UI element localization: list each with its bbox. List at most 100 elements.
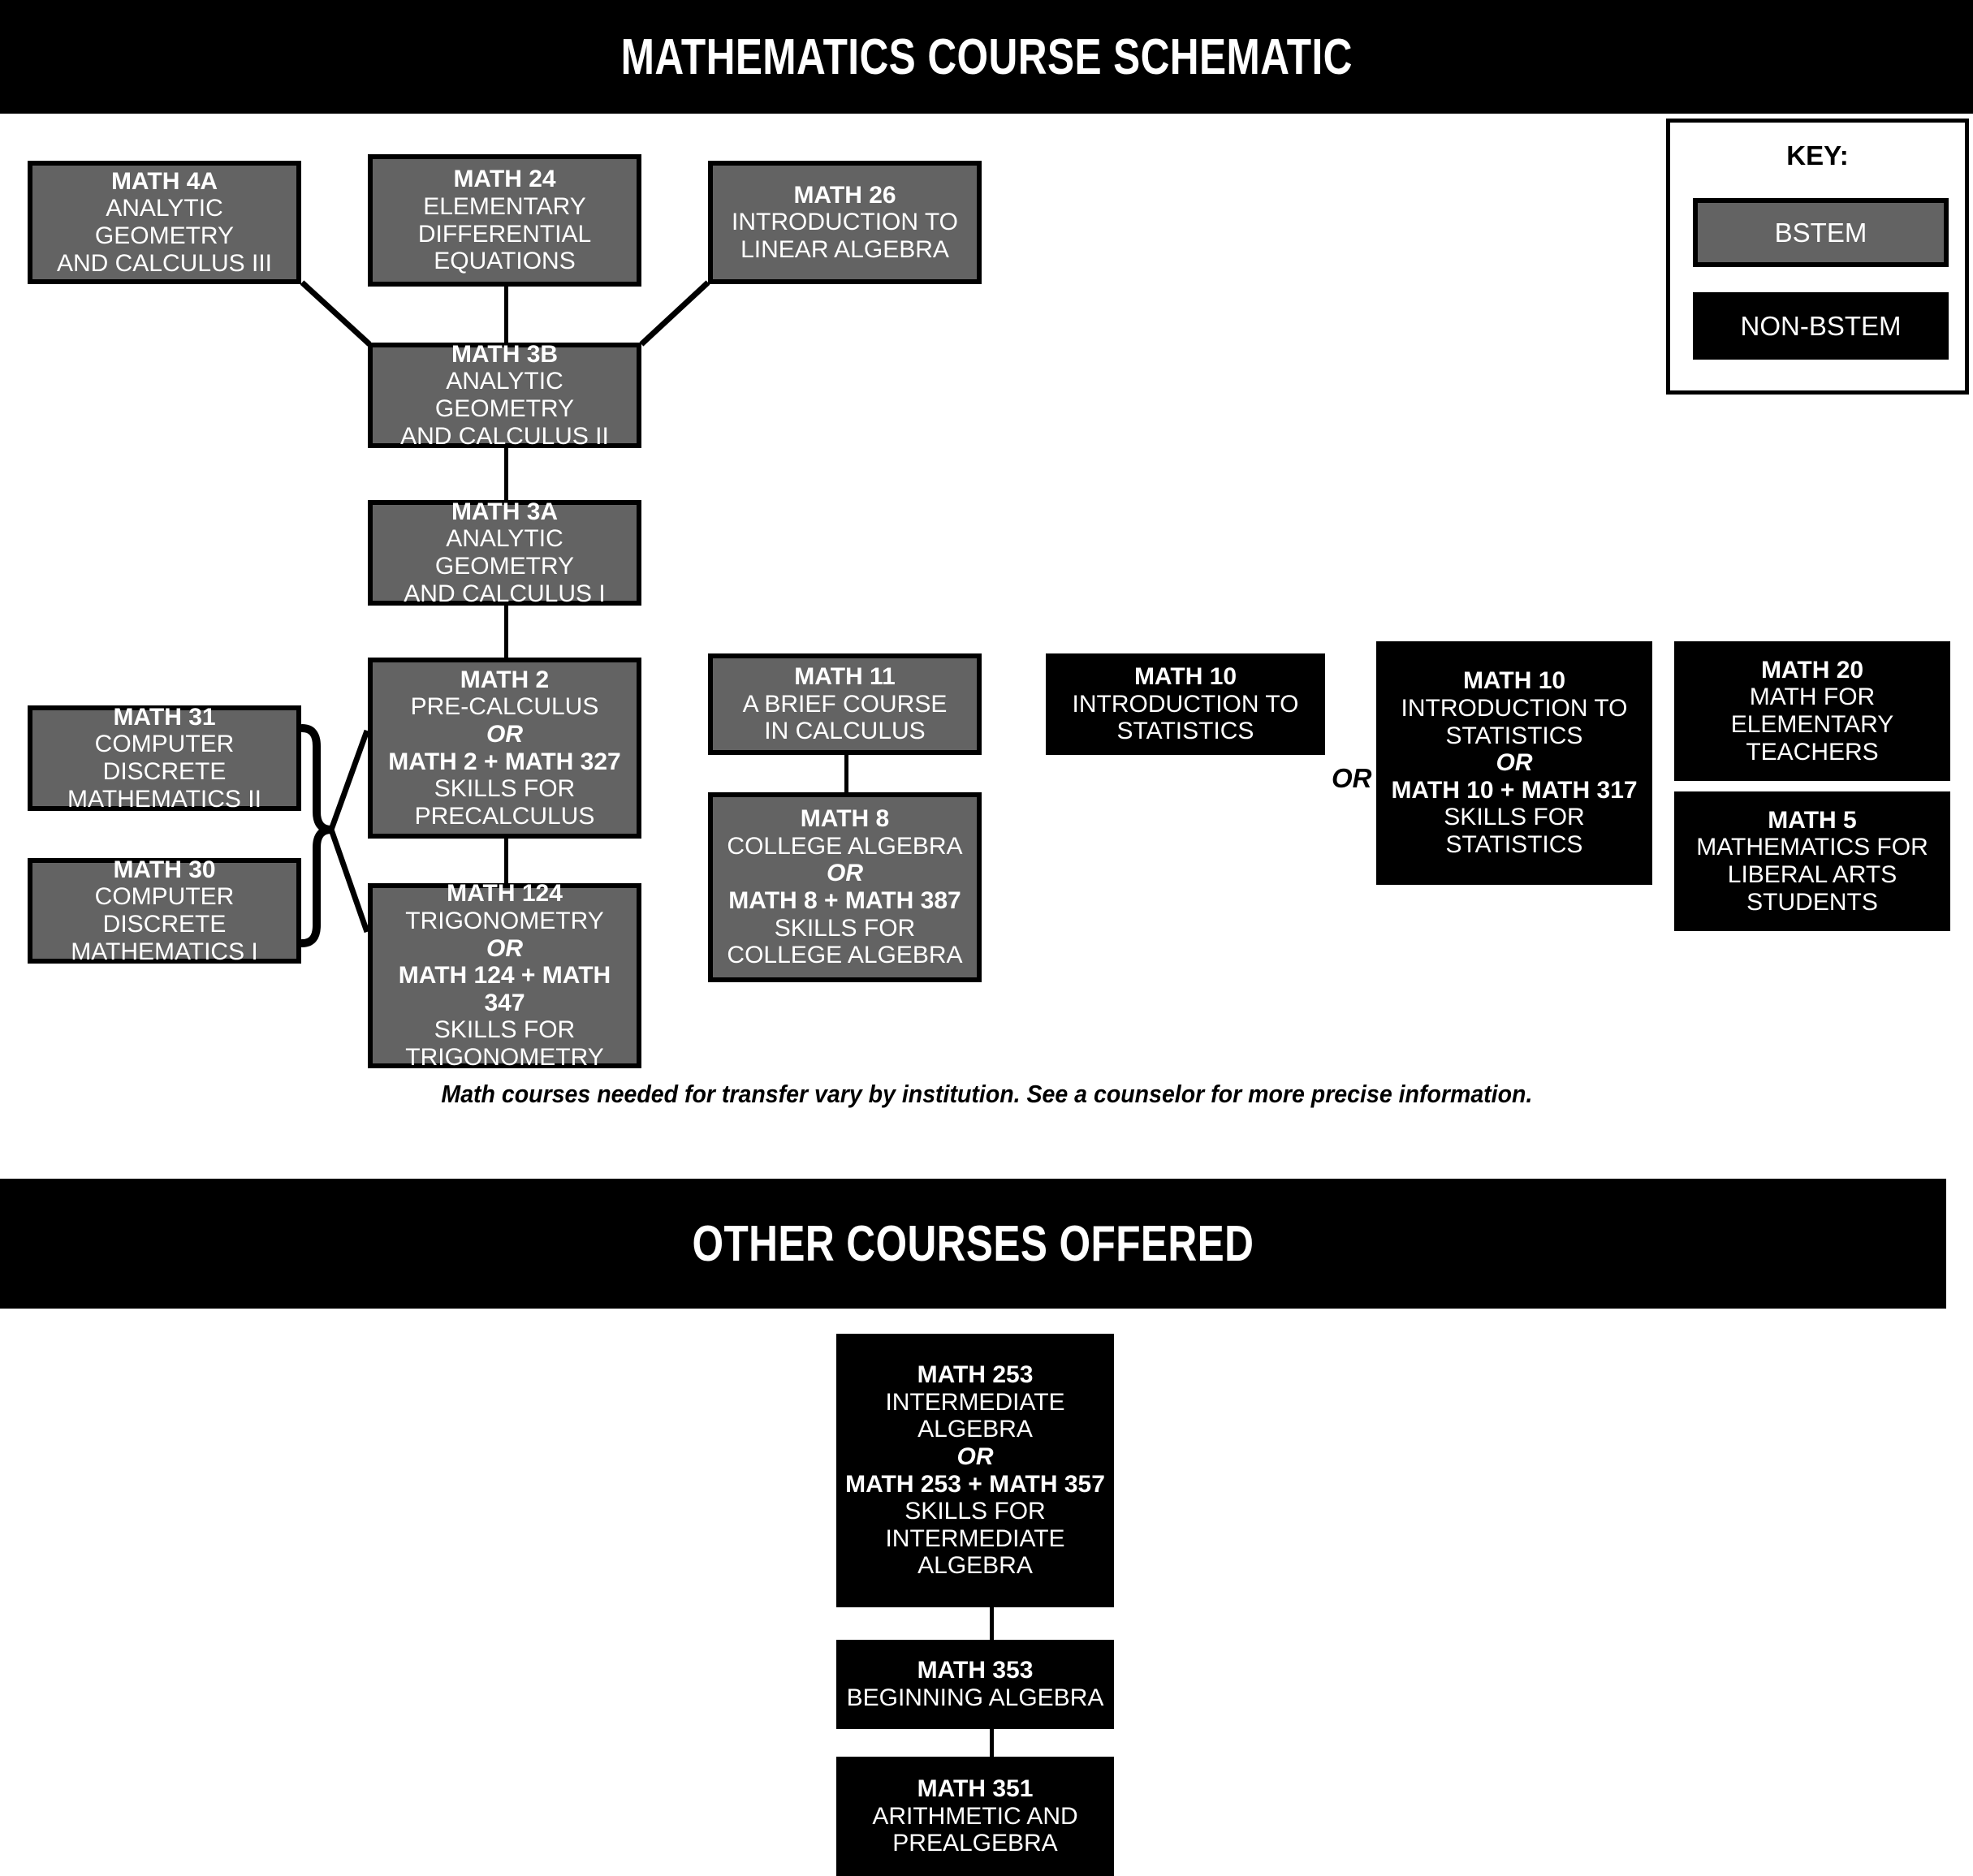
course-alt: MATH 8 + MATH 387: [728, 887, 961, 914]
course-line-3: COLLEGE ALGEBRA: [727, 942, 963, 969]
course-line-1: A BRIEF COURSE: [742, 690, 948, 718]
course-line-3: SKILLS FOR: [904, 1498, 1046, 1525]
course-box-math-353[interactable]: MATH 353 BEGINNING ALGEBRA: [836, 1640, 1114, 1729]
course-code: MATH 11: [794, 663, 896, 691]
course-line-2: LIBERAL ARTS: [1727, 861, 1897, 888]
course-line-1: INTRODUCTION TO: [1072, 690, 1299, 718]
course-code: MATH 351: [917, 1775, 1034, 1803]
course-line-1: MATH FOR: [1749, 684, 1876, 711]
course-line-2: SKILLS FOR: [434, 1016, 576, 1044]
course-line-3: TEACHERS: [1746, 738, 1879, 765]
course-box-math-351[interactable]: MATH 351 ARITHMETIC AND PREALGEBRA: [836, 1757, 1114, 1876]
course-schematic-page: MATHEMATICS COURSE SCHEMATIC KEY: BSTEM …: [0, 0, 1973, 1876]
course-box-math-31[interactable]: MATH 31 COMPUTER DISCRETE MATHEMATICS II: [28, 704, 301, 813]
page-title: MATHEMATICS COURSE SCHEMATIC: [620, 28, 1353, 85]
course-line-2: IN CALCULUS: [764, 718, 926, 745]
course-line-2: ALGEBRA: [917, 1416, 1033, 1443]
course-code: MATH 20: [1760, 656, 1864, 684]
course-line-2: STATISTICS: [1445, 722, 1583, 749]
course-box-math-10-a[interactable]: MATH 10 INTRODUCTION TO STATISTICS: [1046, 653, 1325, 755]
course-code: MATH 124: [447, 880, 563, 908]
course-code: MATH 253: [917, 1361, 1034, 1389]
or-separator-text: OR: [1332, 763, 1372, 793]
course-code: MATH 10: [1133, 663, 1237, 691]
course-line-1: ARITHMETIC AND: [872, 1802, 1078, 1830]
course-line-1: ELEMENTARY: [423, 192, 586, 220]
course-code: MATH 5: [1768, 806, 1857, 834]
course-line-4: STATISTICS: [1445, 830, 1583, 858]
course-line-4: INTERMEDIATE: [885, 1525, 1065, 1552]
course-line-2: AND CALCULUS III: [56, 249, 273, 277]
course-box-math-30[interactable]: MATH 30 COMPUTER DISCRETE MATHEMATICS I: [28, 856, 301, 965]
course-box-math-10-b[interactable]: MATH 10 INTRODUCTION TO STATISTICS OR MA…: [1376, 641, 1652, 885]
course-or: OR: [486, 720, 523, 748]
page-title-banner: MATHEMATICS COURSE SCHEMATIC: [0, 0, 1973, 114]
legend-swatch-bstem: BSTEM: [1693, 198, 1949, 267]
course-box-math-2[interactable]: MATH 2 PRE-CALCULUS OR MATH 2 + MATH 327…: [368, 658, 641, 839]
course-code: MATH 10: [1462, 667, 1566, 695]
course-line-3: EQUATIONS: [434, 248, 576, 275]
course-line-5: ALGEBRA: [917, 1552, 1033, 1580]
course-code: MATH 30: [113, 856, 216, 883]
course-line-1: ANALYTIC GEOMETRY: [434, 368, 575, 422]
connector-math2-math124: [504, 836, 508, 883]
course-box-math-20[interactable]: MATH 20 MATH FOR ELEMENTARY TEACHERS: [1674, 641, 1950, 781]
legend-label-nonbstem: NON-BSTEM: [1740, 310, 1902, 341]
course-line-1: BEGINNING ALGEBRA: [846, 1684, 1104, 1711]
legend-title: KEY:: [1786, 140, 1849, 170]
course-box-math-124[interactable]: MATH 124 TRIGONOMETRY OR MATH 124 + MATH…: [368, 880, 641, 1071]
course-line-2: STATISTICS: [1116, 718, 1254, 745]
course-box-math-5[interactable]: MATH 5 MATHEMATICS FOR LIBERAL ARTS STUD…: [1674, 791, 1950, 931]
course-line-1: ANALYTIC GEOMETRY: [434, 525, 575, 580]
other-courses-banner: OTHER COURSES OFFERED: [0, 1179, 1946, 1309]
course-box-math-3a[interactable]: MATH 3A ANALYTIC GEOMETRY AND CALCULUS I: [368, 498, 641, 607]
course-box-math-3b[interactable]: MATH 3B ANALYTIC GEOMETRY AND CALCULUS I…: [368, 340, 641, 450]
course-line-2: AND CALCULUS II: [400, 422, 609, 450]
course-line-2: SKILLS FOR: [434, 775, 576, 803]
course-line-1: INTRODUCTION TO: [732, 209, 958, 236]
footnote-note: Math courses needed for transfer vary by…: [0, 1080, 1973, 1109]
course-code: MATH 3B: [451, 340, 559, 368]
course-or: OR: [486, 934, 523, 962]
course-or: OR: [827, 860, 863, 887]
course-line-3: SKILLS FOR: [1444, 804, 1585, 831]
course-line-1: ANALYTIC GEOMETRY: [94, 195, 235, 249]
connector-math3b-math3a: [504, 446, 508, 502]
course-box-math-253[interactable]: MATH 253 INTERMEDIATE ALGEBRA OR MATH 25…: [836, 1334, 1114, 1607]
connector-math24-math3b: [504, 287, 508, 343]
course-line-1: COMPUTER DISCRETE: [94, 731, 235, 785]
connector-math253-math353: [990, 1606, 994, 1643]
course-line-2: LINEAR ALGEBRA: [740, 235, 949, 263]
course-line-1: MATHEMATICS FOR: [1696, 834, 1928, 861]
course-box-math-26[interactable]: MATH 26 INTRODUCTION TO LINEAR ALGEBRA: [708, 161, 982, 284]
course-box-math-8[interactable]: MATH 8 COLLEGE ALGEBRA OR MATH 8 + MATH …: [708, 792, 982, 982]
course-line-1: COLLEGE ALGEBRA: [727, 832, 963, 860]
course-code: MATH 24: [453, 166, 556, 193]
course-line-2: SKILLS FOR: [774, 914, 916, 942]
course-or: OR: [1496, 749, 1533, 777]
course-alt: MATH 10 + MATH 317: [1391, 776, 1638, 804]
course-line-3: STUDENTS: [1746, 888, 1878, 916]
course-line-2: MATHEMATICS II: [67, 785, 261, 813]
course-line-3: PRECALCULUS: [414, 802, 595, 830]
footnote-text: Math courses needed for transfer vary by…: [441, 1080, 1532, 1108]
course-box-math-24[interactable]: MATH 24 ELEMENTARY DIFFERENTIAL EQUATION…: [368, 154, 641, 287]
other-courses-title: OTHER COURSES OFFERED: [692, 1215, 1254, 1272]
course-line-1: INTERMEDIATE: [885, 1388, 1065, 1416]
course-box-math-4a[interactable]: MATH 4A ANALYTIC GEOMETRY AND CALCULUS I…: [28, 161, 301, 284]
legend-key: KEY: BSTEM NON-BSTEM: [1666, 119, 1969, 395]
course-box-math-11[interactable]: MATH 11 A BRIEF COURSE IN CALCULUS: [708, 653, 982, 755]
course-line-1: INTRODUCTION TO: [1401, 695, 1628, 722]
course-line-2: DIFFERENTIAL: [417, 220, 592, 248]
course-code: MATH 26: [793, 181, 896, 209]
course-code: MATH 4A: [110, 167, 218, 195]
connector-math3a-math2: [504, 605, 508, 660]
course-alt: MATH 2 + MATH 327: [388, 748, 621, 775]
course-or: OR: [956, 1443, 994, 1470]
course-alt: MATH 124 + MATH 347: [398, 962, 611, 1016]
legend-swatch-nonbstem: NON-BSTEM: [1693, 292, 1949, 360]
course-line-3: TRIGONOMETRY: [405, 1043, 604, 1071]
course-line-2: ELEMENTARY: [1730, 711, 1894, 738]
course-alt: MATH 253 + MATH 357: [845, 1470, 1105, 1498]
course-line-2: MATHEMATICS I: [71, 938, 258, 965]
